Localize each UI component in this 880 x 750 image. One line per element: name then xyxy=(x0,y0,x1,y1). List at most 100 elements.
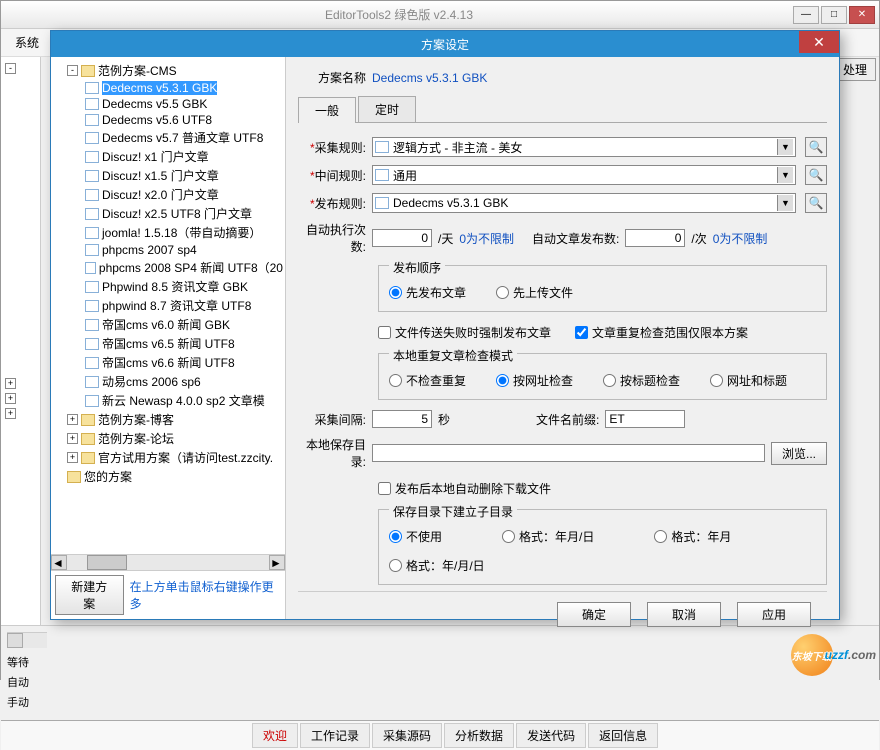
tree-folder-blog[interactable]: +范例方案-博客 xyxy=(53,410,283,429)
radio-dup-both[interactable]: 网址和标题 xyxy=(710,372,787,389)
cancel-button[interactable]: 取消 xyxy=(647,602,721,627)
chk-dup-scope[interactable]: 文章重复检查范围仅限本方案 xyxy=(575,324,748,341)
radio-sd-ymd2[interactable]: 格式：年/月/日 xyxy=(389,557,485,574)
radio-dup-none[interactable]: 不检查重复 xyxy=(389,372,466,389)
chk-auto-delete[interactable]: 发布后本地自动删除下载文件 xyxy=(378,480,551,497)
tree-item[interactable]: Discuz! x2.5 UTF8 门户文章 xyxy=(53,204,283,223)
radio-sd-ym[interactable]: 格式：年月 xyxy=(654,528,731,545)
auto-publish-input[interactable] xyxy=(625,229,685,247)
tree-folder-trial[interactable]: +官方试用方案（请访问test.zzcity. xyxy=(53,448,283,467)
minimize-button[interactable]: — xyxy=(793,6,819,24)
tree-item[interactable]: Discuz! x1 门户文章 xyxy=(53,147,283,166)
tree-item[interactable]: Dedecms v5.3.1 GBK xyxy=(53,80,283,96)
dialog-titlebar[interactable]: 方案设定 ✕ xyxy=(51,31,839,57)
tree-item[interactable]: phpcms 2007 sp4 xyxy=(53,242,283,258)
file-icon xyxy=(85,114,99,126)
middle-rule-combo[interactable]: 通用▼ xyxy=(372,165,796,185)
tree-item[interactable]: 帝国cms v6.6 新闻 UTF8 xyxy=(53,353,283,372)
apply-button[interactable]: 应用 xyxy=(737,602,811,627)
radio-dup-url[interactable]: 按网址检查 xyxy=(496,372,573,389)
file-icon xyxy=(85,300,99,312)
dialog-close-button[interactable]: ✕ xyxy=(799,31,839,53)
tab-schedule[interactable]: 定时 xyxy=(358,96,416,122)
per-times-label: /次 xyxy=(691,230,706,247)
sidebar-node[interactable]: + xyxy=(5,391,36,406)
tree-item[interactable]: 新云 Newasp 4.0.0 sp2 文章模 xyxy=(53,391,283,410)
collect-rule-search-button[interactable]: 🔍 xyxy=(805,137,827,157)
tree-item[interactable]: Discuz! x1.5 门户文章 xyxy=(53,166,283,185)
interval-input[interactable] xyxy=(372,410,432,428)
file-icon xyxy=(85,262,96,274)
tree-item[interactable]: 帝国cms v6.5 新闻 UTF8 xyxy=(53,334,283,353)
tree-folder-your[interactable]: 您的方案 xyxy=(53,467,283,486)
file-icon xyxy=(375,169,389,181)
btab-source[interactable]: 采集源码 xyxy=(372,723,442,748)
file-icon xyxy=(85,227,99,239)
save-dir-input[interactable] xyxy=(372,444,765,462)
publish-rule-combo[interactable]: Dedecms v5.3.1 GBK▼ xyxy=(372,193,796,213)
btab-analyze[interactable]: 分析数据 xyxy=(444,723,514,748)
sidebar-node[interactable]: - xyxy=(5,61,36,76)
maximize-button[interactable]: □ xyxy=(821,6,847,24)
tree-item[interactable]: Dedecms v5.5 GBK xyxy=(53,96,283,112)
tree-item[interactable]: phpcms 2008 SP4 新闻 UTF8（20 xyxy=(53,258,283,277)
ok-button[interactable]: 确定 xyxy=(557,602,631,627)
scroll-right-icon[interactable]: ► xyxy=(269,555,285,570)
tree-item[interactable]: phpwind 8.7 资讯文章 UTF8 xyxy=(53,296,283,315)
watermark-site: uzzf xyxy=(825,648,848,662)
file-prefix-input[interactable] xyxy=(605,410,685,428)
tree-item[interactable]: Phpwind 8.5 资讯文章 GBK xyxy=(53,277,283,296)
new-plan-button[interactable]: 新建方案 xyxy=(55,575,124,615)
radio-sd-none[interactable]: 不使用 xyxy=(389,528,442,545)
chevron-down-icon[interactable]: ▼ xyxy=(777,167,793,183)
auto-exec-input[interactable] xyxy=(372,229,432,247)
file-icon xyxy=(85,132,99,144)
file-icon xyxy=(85,281,99,293)
btab-send[interactable]: 发送代码 xyxy=(516,723,586,748)
browse-button[interactable]: 浏览... xyxy=(771,442,827,465)
chk-force-publish[interactable]: 文件传送失败时强制发布文章 xyxy=(378,324,551,341)
sidebar-node[interactable]: + xyxy=(5,376,36,391)
file-icon xyxy=(85,376,99,388)
tree-folder-cms[interactable]: -范例方案-CMS xyxy=(53,61,283,80)
tree-item[interactable]: joomla! 1.5.18（带自动摘要） xyxy=(53,223,283,242)
tree-item[interactable]: 帝国cms v6.0 新闻 GBK xyxy=(53,315,283,334)
plan-tree[interactable]: -范例方案-CMS Dedecms v5.3.1 GBKDedecms v5.5… xyxy=(51,57,285,554)
tree-item[interactable]: Dedecms v5.6 UTF8 xyxy=(53,112,283,128)
file-icon xyxy=(375,141,389,153)
scroll-left-icon[interactable]: ◄ xyxy=(51,555,67,570)
h-scrollbar[interactable] xyxy=(7,632,47,648)
chevron-down-icon[interactable]: ▼ xyxy=(777,195,793,211)
tree-item[interactable]: Discuz! x2.0 门户文章 xyxy=(53,185,283,204)
sidebar-node[interactable]: + xyxy=(5,406,36,421)
btab-return[interactable]: 返回信息 xyxy=(588,723,658,748)
radio-file-first[interactable]: 先上传文件 xyxy=(496,284,573,301)
tab-general[interactable]: 一般 xyxy=(298,97,356,123)
interval-unit: 秒 xyxy=(438,411,450,428)
scroll-thumb[interactable] xyxy=(87,555,127,570)
tree-folder-forum[interactable]: +范例方案-论坛 xyxy=(53,429,283,448)
tree-h-scrollbar[interactable]: ◄ ► xyxy=(51,554,285,570)
chevron-down-icon[interactable]: ▼ xyxy=(777,139,793,155)
middle-rule-search-button[interactable]: 🔍 xyxy=(805,165,827,185)
titlebar: EditorTools2 绿色版 v2.4.13 — □ ✕ xyxy=(1,1,879,29)
publish-rule-search-button[interactable]: 🔍 xyxy=(805,193,827,213)
plan-name-value: Dedecms v5.3.1 GBK xyxy=(372,71,487,85)
radio-article-first[interactable]: 先发布文章 xyxy=(389,284,466,301)
radio-sd-ymd1[interactable]: 格式：年月/日 xyxy=(502,528,594,545)
tree-item[interactable]: 动易cms 2006 sp6 xyxy=(53,372,283,391)
search-icon: 🔍 xyxy=(809,140,824,154)
btab-welcome[interactable]: 欢迎 xyxy=(252,723,298,748)
auto-exec-label: 自动执行次数: xyxy=(298,221,366,255)
file-prefix-label: 文件名前缀: xyxy=(536,411,599,428)
close-button[interactable]: ✕ xyxy=(849,6,875,24)
process-button[interactable]: 处理 xyxy=(834,58,876,81)
dialog-form-panel: 方案名称 Dedecms v5.3.1 GBK 一般 定时 *采集规则: 逻辑方… xyxy=(286,57,839,619)
publish-order-group: 发布顺序 先发布文章 先上传文件 xyxy=(378,265,827,312)
collect-rule-combo[interactable]: 逻辑方式 - 非主流 - 美女▼ xyxy=(372,137,796,157)
menu-system[interactable]: 系统 xyxy=(7,31,47,54)
radio-dup-title[interactable]: 按标题检查 xyxy=(603,372,680,389)
btab-worklog[interactable]: 工作记录 xyxy=(300,723,370,748)
dialog-tree-panel: -范例方案-CMS Dedecms v5.3.1 GBKDedecms v5.5… xyxy=(51,57,286,619)
tree-item[interactable]: Dedecms v5.7 普通文章 UTF8 xyxy=(53,128,283,147)
